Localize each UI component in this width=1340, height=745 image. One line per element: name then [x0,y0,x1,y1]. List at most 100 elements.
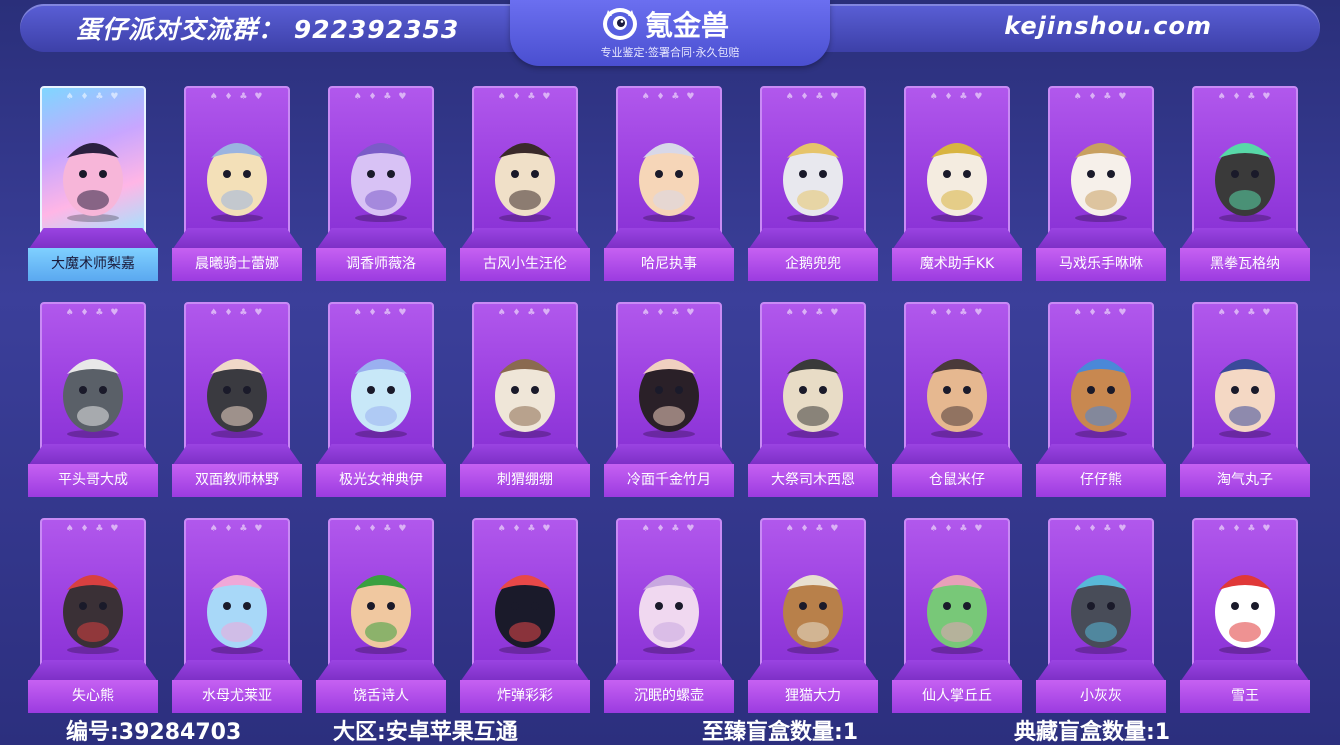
character-figure-icon [1071,359,1131,438]
skin-name: 马戏乐手咻咻 [1036,248,1166,281]
skin-name: 仓鼠米仔 [892,464,1022,497]
card-suit-icons: ♠ ♦ ♣ ♥ [65,92,121,102]
card-stage [1036,444,1166,466]
collection-box-count: 典藏盲盒数量:1 [1014,720,1171,745]
character-figure-icon [351,575,411,654]
character-figure-icon [639,575,699,654]
character-figure-icon [63,143,123,222]
account-info-footer: 编号:39284703 大区:安卓苹果互通 至臻盲盒数量:1 典藏盲盒数量:1 [0,712,1340,745]
card-stage [892,228,1022,250]
card-stage [892,660,1022,682]
skin-card[interactable]: ♠ ♦ ♣ ♥ 古风小生汪伦 [460,78,590,281]
skin-card[interactable]: ♠ ♦ ♣ ♥ 双面教师林野 [172,294,302,497]
skin-card[interactable]: ♠ ♦ ♣ ♥ 调香师薇洛 [316,78,446,281]
skin-name: 晨曦骑士蕾娜 [172,248,302,281]
card-suit-icons: ♠ ♦ ♣ ♥ [65,308,121,318]
character-figure-icon [783,575,843,654]
skin-name: 淘气丸子 [1180,464,1310,497]
skin-card[interactable]: ♠ ♦ ♣ ♥ 企鹅兜兜 [748,78,878,281]
skin-card[interactable]: ♠ ♦ ♣ ♥ 冷面千金竹月 [604,294,734,497]
skin-name: 调香师薇洛 [316,248,446,281]
skin-grid: ♠ ♦ ♣ ♥ 大魔术师梨嘉 ♠ ♦ ♣ ♥ 晨曦骑士蕾娜 ♠ ♦ ♣ ♥ 调香师薇洛 ♠ … [28,78,1318,713]
card-suit-icons: ♠ ♦ ♣ ♥ [1217,92,1273,102]
skin-card[interactable]: ♠ ♦ ♣ ♥ 平头哥大成 [28,294,158,497]
skin-card[interactable]: ♠ ♦ ♣ ♥ 晨曦骑士蕾娜 [172,78,302,281]
skin-card[interactable]: ♠ ♦ ♣ ♥ 大祭司木西恩 [748,294,878,497]
skin-card[interactable]: ♠ ♦ ♣ ♥ 极光女神典伊 [316,294,446,497]
card-stage [604,660,734,682]
mascot-logo-icon [603,8,637,40]
skin-card[interactable]: ♠ ♦ ♣ ♥ 淘气丸子 [1180,294,1310,497]
skin-name: 双面教师林野 [172,464,302,497]
skin-card[interactable]: ♠ ♦ ♣ ♥ 黑拳瓦格纳 [1180,78,1310,281]
skin-card[interactable]: ♠ ♦ ♣ ♥ 大魔术师梨嘉 [28,78,158,281]
skin-name: 仔仔熊 [1036,464,1166,497]
skin-card[interactable]: ♠ ♦ ♣ ♥ 刺猬绷绷 [460,294,590,497]
skin-card[interactable]: ♠ ♦ ♣ ♥ 魔术助手KK [892,78,1022,281]
card-stage [748,660,878,682]
header-bar: 蛋仔派对交流群： 922392353 kejinshou.com 氪金兽 专业鉴… [0,0,1340,66]
character-figure-icon [495,575,555,654]
skin-card[interactable]: ♠ ♦ ♣ ♥ 仙人掌丘丘 [892,510,1022,713]
card-suit-icons: ♠ ♦ ♣ ♥ [1073,92,1129,102]
card-suit-icons: ♠ ♦ ♣ ♥ [1073,308,1129,318]
card-stage [460,660,590,682]
card-stage [604,228,734,250]
skin-card[interactable]: ♠ ♦ ♣ ♥ 哈尼执事 [604,78,734,281]
skin-card[interactable]: ♠ ♦ ♣ ♥ 小灰灰 [1036,510,1166,713]
skin-card[interactable]: ♠ ♦ ♣ ♥ 仓鼠米仔 [892,294,1022,497]
skin-name: 失心熊 [28,680,158,713]
skin-name: 冷面千金竹月 [604,464,734,497]
character-figure-icon [783,359,843,438]
skin-name: 水母尤莱亚 [172,680,302,713]
card-stage [172,444,302,466]
skin-name: 饶舌诗人 [316,680,446,713]
skin-card[interactable]: ♠ ♦ ♣ ♥ 饶舌诗人 [316,510,446,713]
card-stage [748,444,878,466]
logo-plate: 氪金兽 专业鉴定·签署合同·永久包赔 [510,0,830,66]
skin-card[interactable]: ♠ ♦ ♣ ♥ 狸猫大力 [748,510,878,713]
card-suit-icons: ♠ ♦ ♣ ♥ [785,524,841,534]
skin-name: 哈尼执事 [604,248,734,281]
character-figure-icon [639,143,699,222]
skin-name: 古风小生汪伦 [460,248,590,281]
card-stage [172,660,302,682]
skin-card[interactable]: ♠ ♦ ♣ ♥ 炸弹彩彩 [460,510,590,713]
character-figure-icon [207,575,267,654]
skin-name: 雪王 [1180,680,1310,713]
card-stage [1180,444,1310,466]
skin-name: 黑拳瓦格纳 [1180,248,1310,281]
character-figure-icon [1215,143,1275,222]
card-suit-icons: ♠ ♦ ♣ ♥ [65,524,121,534]
site-url[interactable]: kejinshou.com [1004,12,1212,40]
character-figure-icon [783,143,843,222]
skin-card[interactable]: ♠ ♦ ♣ ♥ 仔仔熊 [1036,294,1166,497]
card-suit-icons: ♠ ♦ ♣ ♥ [497,524,553,534]
skin-name: 炸弹彩彩 [460,680,590,713]
skin-card[interactable]: ♠ ♦ ♣ ♥ 沉眠的螺壶 [604,510,734,713]
skin-card[interactable]: ♠ ♦ ♣ ♥ 雪王 [1180,510,1310,713]
card-suit-icons: ♠ ♦ ♣ ♥ [209,92,265,102]
card-stage [1180,228,1310,250]
card-suit-icons: ♠ ♦ ♣ ♥ [1073,524,1129,534]
card-suit-icons: ♠ ♦ ♣ ♥ [497,308,553,318]
card-stage [28,444,158,466]
card-suit-icons: ♠ ♦ ♣ ♥ [353,524,409,534]
card-suit-icons: ♠ ♦ ♣ ♥ [785,92,841,102]
card-stage [316,444,446,466]
character-figure-icon [927,143,987,222]
skin-card[interactable]: ♠ ♦ ♣ ♥ 失心熊 [28,510,158,713]
card-suit-icons: ♠ ♦ ♣ ♥ [641,308,697,318]
card-stage [28,228,158,250]
character-figure-icon [1071,575,1131,654]
card-suit-icons: ♠ ♦ ♣ ♥ [209,524,265,534]
skin-card[interactable]: ♠ ♦ ♣ ♥ 水母尤莱亚 [172,510,302,713]
skin-card[interactable]: ♠ ♦ ♣ ♥ 马戏乐手咻咻 [1036,78,1166,281]
card-stage [316,660,446,682]
card-suit-icons: ♠ ♦ ♣ ♥ [497,92,553,102]
group-number-text: 蛋仔派对交流群： 922392353 [76,15,460,44]
card-stage [460,444,590,466]
card-stage [748,228,878,250]
card-suit-icons: ♠ ♦ ♣ ♥ [209,308,265,318]
skin-name: 大祭司木西恩 [748,464,878,497]
